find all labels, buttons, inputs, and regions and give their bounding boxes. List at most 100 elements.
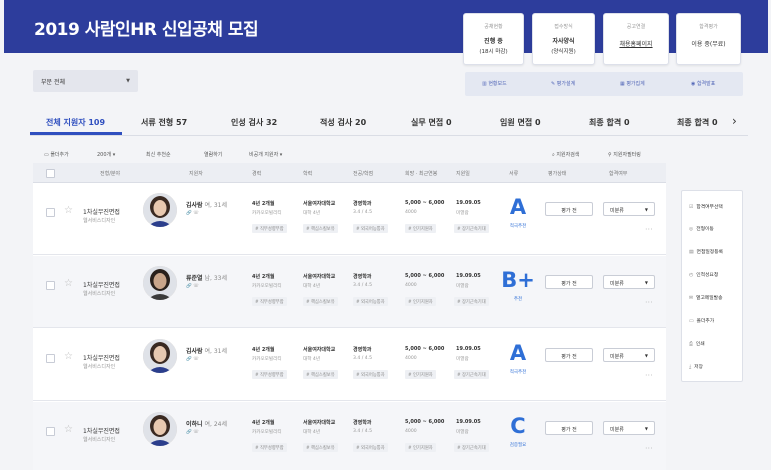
avatar[interactable]: [143, 339, 177, 373]
applicant-meta: 여, 24세: [204, 421, 227, 428]
evaluation-card[interactable]: 합격평가 이용 중(무료): [676, 13, 741, 65]
col-education[interactable]: 학력: [303, 170, 312, 177]
applicant-search-button[interactable]: ⌕ 지원자검색: [552, 151, 579, 158]
side-item-schedule[interactable]: ▤ 면접일정등록: [689, 248, 723, 255]
row-checkbox[interactable]: [46, 281, 55, 290]
more-icon[interactable]: ···: [645, 371, 653, 380]
announce-button[interactable]: ◉ 합격발표: [691, 80, 715, 87]
side-item-mail[interactable]: ✉ 열고메일발송: [689, 294, 723, 301]
avatar[interactable]: [143, 412, 177, 446]
applicant-name-text[interactable]: 김사람: [186, 348, 203, 355]
more-icon[interactable]: ···: [645, 225, 653, 234]
page-size-value: 200개: [97, 152, 112, 158]
result-select[interactable]: 미분류 ▼: [603, 275, 655, 289]
side-item-result[interactable]: ☑ 합격여부선택: [689, 203, 723, 210]
col-date[interactable]: 지원일: [456, 170, 470, 177]
tab-aptitude[interactable]: 적성 검사 20: [320, 117, 366, 128]
table-row[interactable]: ☆ 1차실무진면접 웹서비스디자인 류준열 남, 33세 🔗 ☏ 4년 2개월 …: [33, 256, 666, 328]
star-icon[interactable]: ☆: [64, 351, 73, 362]
attachment-icon[interactable]: 🔗 ☏: [186, 430, 199, 435]
applicant-name[interactable]: 이하니 여, 24세: [186, 419, 227, 428]
avatar[interactable]: [143, 266, 177, 300]
tab-final[interactable]: 최종 합격 0: [589, 117, 630, 128]
side-item-move[interactable]: ◎ 전형이동: [689, 225, 714, 232]
result-select[interactable]: 미분류 ▼: [603, 421, 655, 435]
attachment-icon[interactable]: 🔗 ☏: [186, 357, 199, 362]
caret-down-icon: ▼: [644, 353, 648, 358]
tab-all[interactable]: 전체 지원자 109: [46, 117, 105, 128]
applicant-name-text[interactable]: 이하니: [186, 421, 203, 428]
row-career-company: 카카오모빌리티: [252, 284, 282, 289]
folder-icon: ▭: [689, 319, 694, 324]
attachment-icon[interactable]: 🔗 ☏: [186, 211, 199, 216]
star-icon[interactable]: ☆: [64, 424, 73, 435]
attachment-icon[interactable]: 🔗 ☏: [186, 284, 199, 289]
tab-executive-interview[interactable]: 임원 면접 0: [500, 117, 541, 128]
side-item-label: 저장: [694, 365, 703, 370]
applicant-name-text[interactable]: 김사람: [186, 202, 203, 209]
side-item-save[interactable]: ⤓ 저장: [689, 363, 703, 370]
side-item-print[interactable]: ⎙ 인쇄: [689, 340, 705, 347]
applicant-name[interactable]: 김사람 여, 31세: [186, 200, 227, 209]
evaluate-button[interactable]: 평가 전: [545, 202, 593, 216]
page-size-select[interactable]: 200개 ▾: [97, 151, 115, 158]
status-card[interactable]: 공채현황 진행 중 (18시 마감): [463, 13, 524, 65]
col-major[interactable]: 전공/학점: [353, 170, 373, 177]
side-item-aptitude[interactable]: ◴ 인적성요청: [689, 271, 718, 278]
col-document[interactable]: 서류: [509, 170, 518, 177]
part-select[interactable]: 부문 전체 ▼: [33, 70, 138, 92]
col-result[interactable]: 합격여부: [609, 170, 627, 177]
applicant-filter-button[interactable]: ⚲ 지원자필터링: [608, 151, 641, 158]
star-icon[interactable]: ☆: [64, 205, 73, 216]
applicant-name-text[interactable]: 류준열: [186, 275, 203, 282]
row-checkbox[interactable]: [46, 427, 55, 436]
more-icon[interactable]: ···: [645, 298, 653, 307]
tab-document[interactable]: 서류 전형 57: [141, 117, 187, 128]
posting-link-value[interactable]: 채용홈페이지: [604, 39, 668, 48]
row-checkbox[interactable]: [46, 354, 55, 363]
more-icon[interactable]: ···: [645, 444, 653, 453]
table-row[interactable]: ☆ 1차실무진면접 웹서비스디자인 이하니 여, 24세 🔗 ☏ 4년 2개월 …: [33, 402, 666, 470]
posting-link-card[interactable]: 공고연결 채용홈페이지: [603, 13, 669, 65]
side-item-label: 면접일정등록: [696, 250, 724, 255]
add-folder-button[interactable]: ▭ 폴더추가: [44, 151, 69, 158]
row-career: 4년 2개월: [252, 201, 275, 207]
evaluator-select[interactable]: 열람하기: [204, 151, 222, 158]
evaluate-button[interactable]: 평가 전: [545, 348, 593, 362]
avatar[interactable]: [143, 193, 177, 227]
keyword-tag: # 인기지원자: [405, 224, 436, 233]
evaluate-button[interactable]: 평가 전: [545, 421, 593, 435]
row-checkbox[interactable]: [46, 208, 55, 217]
result-select[interactable]: 미분류 ▼: [603, 202, 655, 216]
caret-down-icon: ▼: [644, 280, 648, 285]
tab-personality[interactable]: 인성 검사 32: [231, 117, 277, 128]
tab-practical-interview[interactable]: 실무 면접 0: [411, 117, 452, 128]
chevron-right-icon[interactable]: ›: [732, 114, 737, 128]
keyword-tag: # 핵심스킬보유: [303, 370, 338, 379]
apply-method-card[interactable]: 접수방식 자사양식 (양식지원): [532, 13, 595, 65]
col-salary[interactable]: 희망 · 최근연봉: [405, 170, 437, 177]
col-applicant[interactable]: 지원자: [189, 170, 203, 177]
dashboard-button[interactable]: ▥ 현황보드: [482, 80, 507, 87]
evaluate-button[interactable]: 평가 전: [545, 275, 593, 289]
eval-design-button[interactable]: ✎ 평가설계: [551, 80, 575, 87]
col-stage[interactable]: 전형/분야: [100, 170, 120, 177]
star-icon[interactable]: ☆: [64, 278, 73, 289]
eval-summary-button[interactable]: ▦ 평가집계: [620, 80, 645, 87]
applicant-name[interactable]: 류준열 남, 33세: [186, 273, 227, 282]
table-row[interactable]: ☆ 1차실무진면접 웹서비스디자인 김사람 여, 31세 🔗 ☏ 4년 2개월 …: [33, 329, 666, 401]
status-select[interactable]: 비공개 지원자 ▾: [249, 151, 282, 158]
calendar-icon: ▤: [689, 250, 694, 255]
sort-select[interactable]: 최신 추천순: [146, 151, 171, 158]
select-all-checkbox[interactable]: [46, 169, 55, 178]
tab-final-2[interactable]: 최종 합격 0: [677, 117, 725, 128]
col-career[interactable]: 경력: [252, 170, 261, 177]
page-title: 2019 사람인HR 신입공채 모집: [34, 20, 259, 40]
table-row[interactable]: ☆ 1차실무진면접 웹서비스디자인 김사람 여, 31세 🔗 ☏ 4년 2개월 …: [33, 183, 666, 255]
side-item-folder[interactable]: ▭ 폴더추가: [689, 317, 714, 324]
applicant-name[interactable]: 김사람 여, 31세: [186, 346, 227, 355]
announce-label: 합격발표: [696, 81, 716, 87]
result-select-value: 미분류: [610, 281, 624, 287]
result-select[interactable]: 미분류 ▼: [603, 348, 655, 362]
col-eval-status[interactable]: 평가상태: [548, 170, 566, 177]
